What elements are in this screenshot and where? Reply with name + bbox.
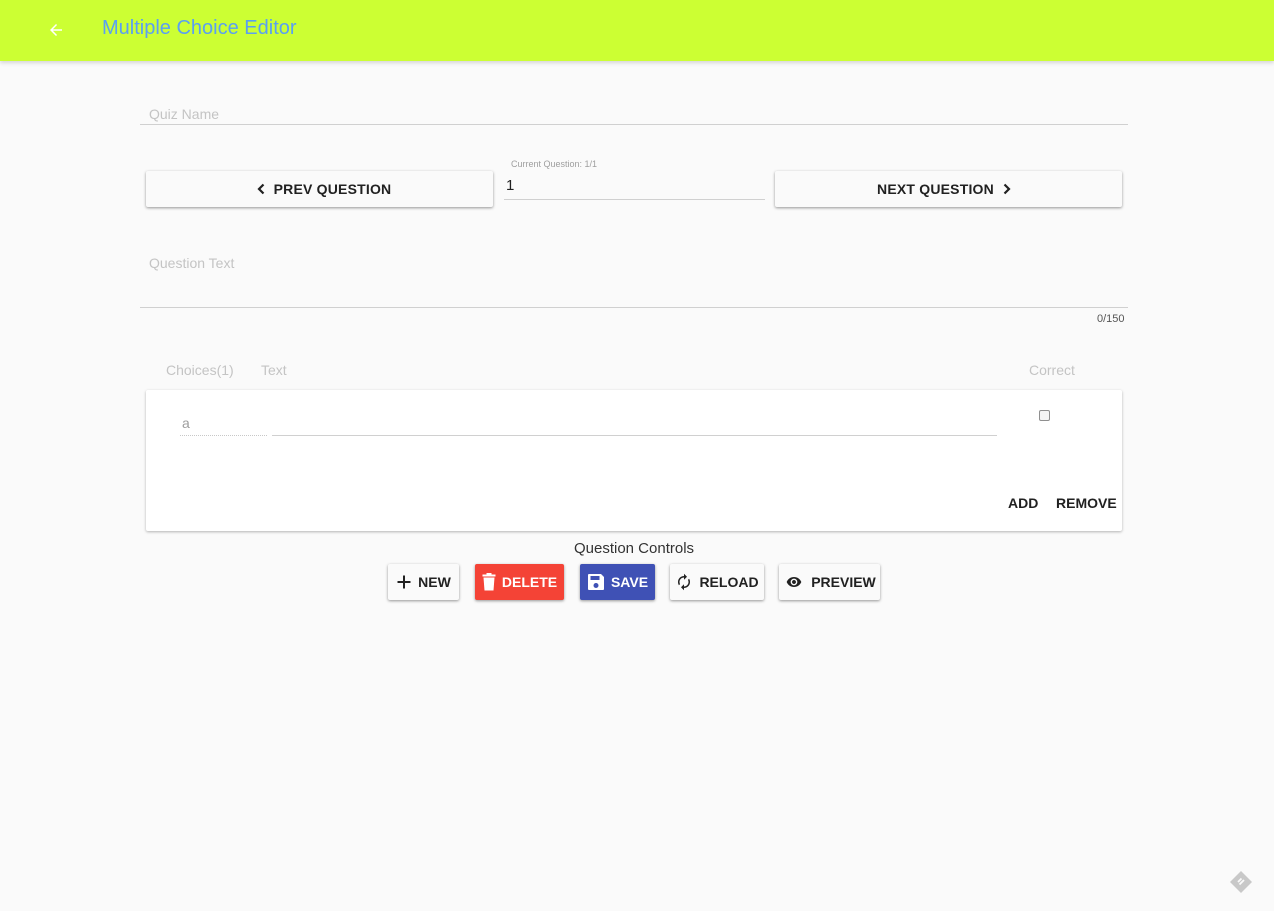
preview-button-label: PREVIEW (811, 574, 876, 590)
reload-button-label: RELOAD (699, 574, 759, 590)
floppy-disk-icon (587, 574, 604, 590)
question-text-field[interactable]: Question Text (140, 250, 1128, 308)
text-column-header: Text (261, 362, 287, 378)
chevron-right-icon (1003, 183, 1011, 195)
remove-choice-button[interactable]: REMOVE (1056, 495, 1117, 511)
app-title: Multiple Choice Editor (102, 17, 297, 39)
quiz-name-placeholder: Quiz Name (149, 106, 220, 122)
question-text-placeholder: Question Text (149, 255, 235, 271)
choices-column-header: Choices(1) (166, 362, 234, 378)
app-bar: Multiple Choice Editor (0, 0, 1274, 61)
reload-question-button[interactable]: RELOAD (670, 564, 764, 600)
delete-button-label: DELETE (501, 574, 558, 590)
plus-icon (397, 575, 411, 589)
prev-question-button[interactable]: PREV QUESTION (146, 171, 493, 207)
current-question-input[interactable]: 1 (504, 175, 765, 200)
character-counter: 0/150 (1097, 313, 1125, 325)
new-question-button[interactable]: NEW (388, 564, 459, 600)
next-question-button[interactable]: NEXT QUESTION (775, 171, 1122, 207)
next-question-label: NEXT QUESTION (877, 181, 994, 197)
back-button[interactable] (42, 16, 70, 44)
choice-letter-field[interactable]: a (180, 415, 267, 436)
current-question-label: Current Question: 1/1 (511, 159, 598, 169)
diamond-badge-icon[interactable] (1229, 870, 1253, 894)
save-button-label: SAVE (610, 574, 649, 590)
save-question-button[interactable]: SAVE (580, 564, 655, 600)
refresh-icon (678, 573, 691, 591)
quiz-name-field[interactable]: Quiz Name (140, 100, 1128, 125)
add-choice-button[interactable]: ADD (1008, 495, 1038, 511)
eye-icon (786, 577, 802, 587)
choices-card: a ADD REMOVE (146, 390, 1122, 531)
new-button-label: NEW (418, 574, 451, 590)
chevron-left-icon (257, 183, 264, 195)
preview-question-button[interactable]: PREVIEW (779, 564, 880, 600)
prev-question-label: PREV QUESTION (273, 181, 392, 197)
trash-icon (482, 573, 496, 591)
choice-text-input[interactable] (272, 415, 997, 436)
question-controls-title: Question Controls (573, 540, 695, 557)
correct-column-header: Correct (1029, 362, 1075, 378)
arrow-left-icon (50, 24, 62, 36)
correct-checkbox[interactable] (1039, 410, 1050, 421)
delete-question-button[interactable]: DELETE (475, 564, 564, 600)
